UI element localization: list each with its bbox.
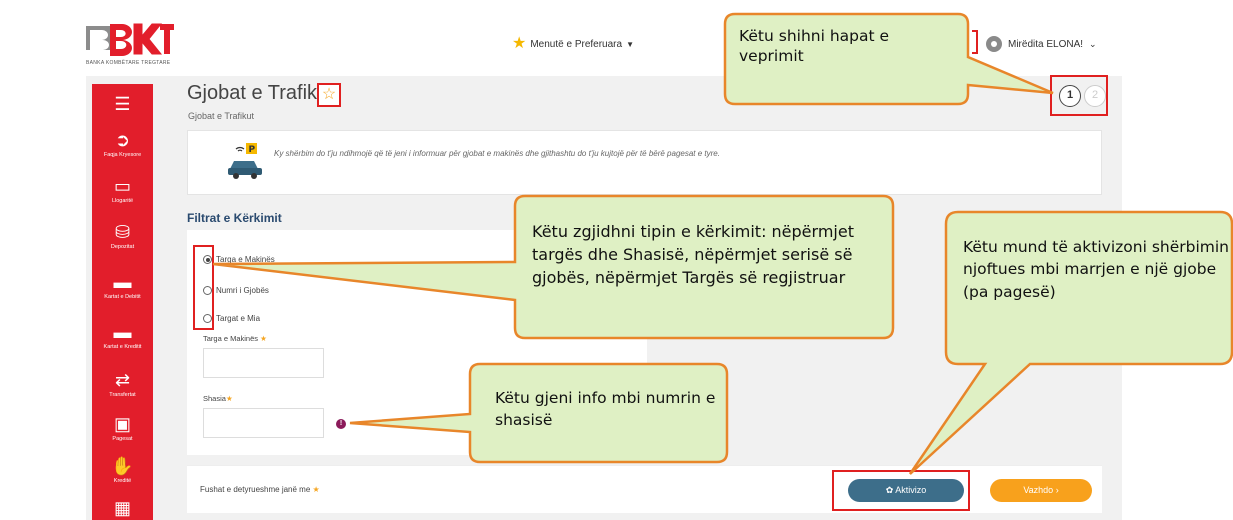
callout-activate-text: Këtu mund të aktivizoni shërbimin njoftu… — [963, 238, 1230, 301]
screenshot-root: { "header": { "bank_subtitle": "BANKA KO… — [0, 0, 1233, 520]
callout-chassis-text: Këtu gjeni info mbi numrin e shasisë — [495, 389, 716, 430]
callout-search-type-text: Këtu zgjidhni tipin e kërkimit: nëpërmje… — [532, 222, 854, 288]
callout-steps-text: Këtu shihni hapat e veprimit — [739, 27, 890, 65]
